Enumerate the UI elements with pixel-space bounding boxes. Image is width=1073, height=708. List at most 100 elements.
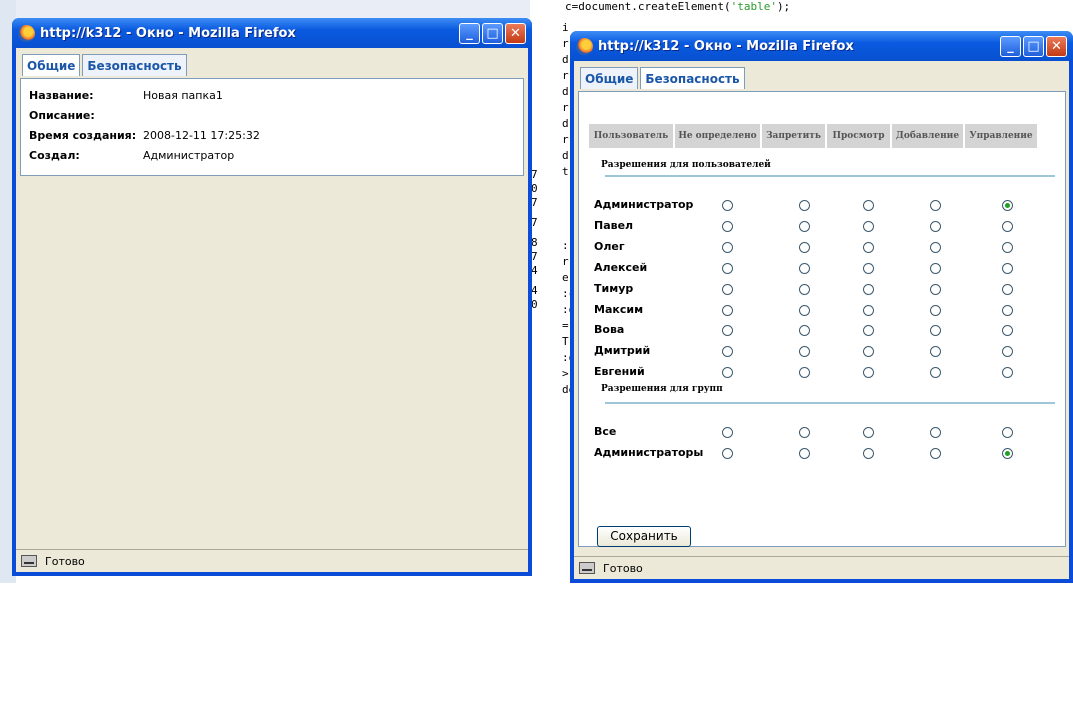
user-row-radio-2[interactable]	[799, 304, 810, 316]
section-divider	[605, 402, 1055, 404]
user-row-radio-3[interactable]	[863, 241, 874, 253]
user-row-radio-5[interactable]	[1002, 367, 1013, 379]
user-row-radio-2[interactable]	[799, 241, 810, 253]
group-row-name: Все	[594, 425, 617, 438]
user-row-name: Тимур	[594, 281, 634, 295]
user-row-radio-3[interactable]	[863, 220, 874, 232]
tab-security[interactable]: Безопасность	[640, 67, 745, 89]
user-row-radio-5[interactable]	[1002, 200, 1013, 211]
group-row-radio-2[interactable]	[799, 448, 810, 459]
close-button[interactable]: ✕	[1046, 35, 1067, 57]
tab-security[interactable]: Безопасность	[82, 54, 187, 76]
user-row-radio-5[interactable]	[1002, 325, 1013, 337]
left-tab-bar: Общие Безопасность	[16, 48, 528, 76]
right-window-titlebar[interactable]: http://k312 - Окно - Mozilla Firefox _ □…	[570, 31, 1073, 61]
user-row-radio-1[interactable]	[722, 346, 733, 358]
maximize-icon: □	[1027, 38, 1040, 54]
user-row-radio-1[interactable]	[722, 304, 733, 316]
user-row-radio-5[interactable]	[1002, 262, 1013, 274]
user-row-radio-1[interactable]	[722, 200, 733, 211]
user-row-radio-4[interactable]	[930, 283, 941, 295]
firefox-icon	[576, 37, 593, 55]
user-row-radio-3[interactable]	[863, 346, 874, 358]
tab-general[interactable]: Общие	[22, 54, 81, 76]
user-row-name: Вова	[594, 323, 625, 337]
prop-author-label: Создал:	[29, 149, 80, 162]
user-row-radio-3[interactable]	[863, 304, 874, 316]
maximize-button[interactable]: □	[1023, 35, 1044, 57]
user-row-name: Евгений	[594, 365, 645, 379]
user-row-radio-2[interactable]	[799, 346, 810, 358]
user-row-radio-2[interactable]	[799, 325, 810, 337]
user-row-radio-3[interactable]	[863, 367, 874, 379]
section-divider	[605, 175, 1055, 177]
group-row-radio-4[interactable]	[930, 427, 941, 438]
user-row-radio-1[interactable]	[722, 220, 733, 232]
security-panel: Пользователь Не определено Запретить Просмо…	[578, 91, 1066, 547]
users-section-title: Разрешения для пользователей	[601, 160, 771, 170]
user-row-radio-2[interactable]	[799, 367, 810, 379]
user-row-radio-4[interactable]	[930, 241, 941, 253]
right-tab-bar: Общие Безопасность	[574, 61, 1069, 89]
user-row-radio-5[interactable]	[1002, 220, 1013, 232]
prop-created-value: 2008-12-11 17:25:32	[143, 129, 260, 142]
user-row-radio-3[interactable]	[863, 283, 874, 295]
column-header: Пользователь	[589, 124, 673, 148]
user-row-radio-5[interactable]	[1002, 241, 1013, 253]
prop-author-value: Администратор	[143, 149, 235, 162]
user-row-radio-4[interactable]	[930, 304, 941, 316]
user-row-radio-3[interactable]	[863, 325, 874, 337]
user-row-radio-1[interactable]	[722, 283, 733, 295]
close-icon: ✕	[1051, 38, 1062, 54]
status-text: Готово	[603, 561, 643, 575]
close-icon: ✕	[510, 25, 521, 41]
column-header: Добавление	[892, 124, 963, 148]
right-window-content: Общие Безопасность Пользователь Не опреде…	[574, 61, 1069, 579]
user-row-radio-2[interactable]	[799, 220, 810, 232]
user-row-radio-1[interactable]	[722, 241, 733, 253]
minimize-button[interactable]: _	[1000, 35, 1021, 57]
user-row-radio-2[interactable]	[799, 262, 810, 274]
group-row-radio-1[interactable]	[722, 427, 733, 438]
general-panel: Название: Новая папка1 Описание: Время с…	[20, 78, 524, 176]
group-row-name: Администраторы	[594, 446, 704, 459]
user-row-radio-1[interactable]	[722, 262, 733, 274]
status-icon	[579, 562, 595, 574]
group-row-radio-4[interactable]	[930, 448, 941, 459]
user-row-radio-4[interactable]	[930, 367, 941, 379]
user-row-radio-4[interactable]	[930, 346, 941, 358]
user-row-radio-2[interactable]	[799, 283, 810, 295]
user-row-radio-4[interactable]	[930, 220, 941, 232]
group-row-radio-2[interactable]	[799, 427, 810, 438]
left-window-content: Общие Безопасность Название: Новая папка…	[16, 48, 528, 572]
user-row-radio-2[interactable]	[799, 200, 810, 211]
left-window-titlebar[interactable]: http://k312 - Окно - Mozilla Firefox _ □…	[12, 18, 532, 48]
user-row-radio-1[interactable]	[722, 367, 733, 379]
user-row-radio-1[interactable]	[722, 325, 733, 337]
user-row-radio-5[interactable]	[1002, 304, 1013, 316]
code-line-top: c=document.createElement('table');	[565, 0, 791, 13]
user-row-radio-4[interactable]	[930, 325, 941, 337]
firefox-icon	[18, 24, 35, 42]
close-button[interactable]: ✕	[505, 22, 526, 44]
minimize-button[interactable]: _	[459, 22, 480, 44]
user-row-radio-3[interactable]	[863, 200, 874, 211]
window-title: http://k312 - Окно - Mozilla Firefox	[598, 38, 854, 54]
group-row-radio-5[interactable]	[1002, 448, 1013, 459]
user-row-radio-3[interactable]	[863, 262, 874, 274]
user-row-radio-4[interactable]	[930, 262, 941, 274]
group-row-radio-3[interactable]	[863, 448, 874, 459]
user-row-radio-5[interactable]	[1002, 346, 1013, 358]
right-browser-window: http://k312 - Окно - Mozilla Firefox _ □…	[570, 31, 1073, 583]
tab-general[interactable]: Общие	[580, 67, 639, 89]
maximize-button[interactable]: □	[482, 22, 503, 44]
group-row-radio-5[interactable]	[1002, 427, 1013, 438]
user-row-name: Максим	[594, 302, 644, 316]
group-row-radio-1[interactable]	[722, 448, 733, 459]
column-header: Управление	[965, 124, 1037, 148]
group-row-radio-3[interactable]	[863, 427, 874, 438]
prop-name-label: Название:	[29, 89, 94, 102]
user-row-radio-5[interactable]	[1002, 283, 1013, 295]
user-row-radio-4[interactable]	[930, 200, 941, 211]
save-button[interactable]: Сохранить	[597, 526, 691, 547]
